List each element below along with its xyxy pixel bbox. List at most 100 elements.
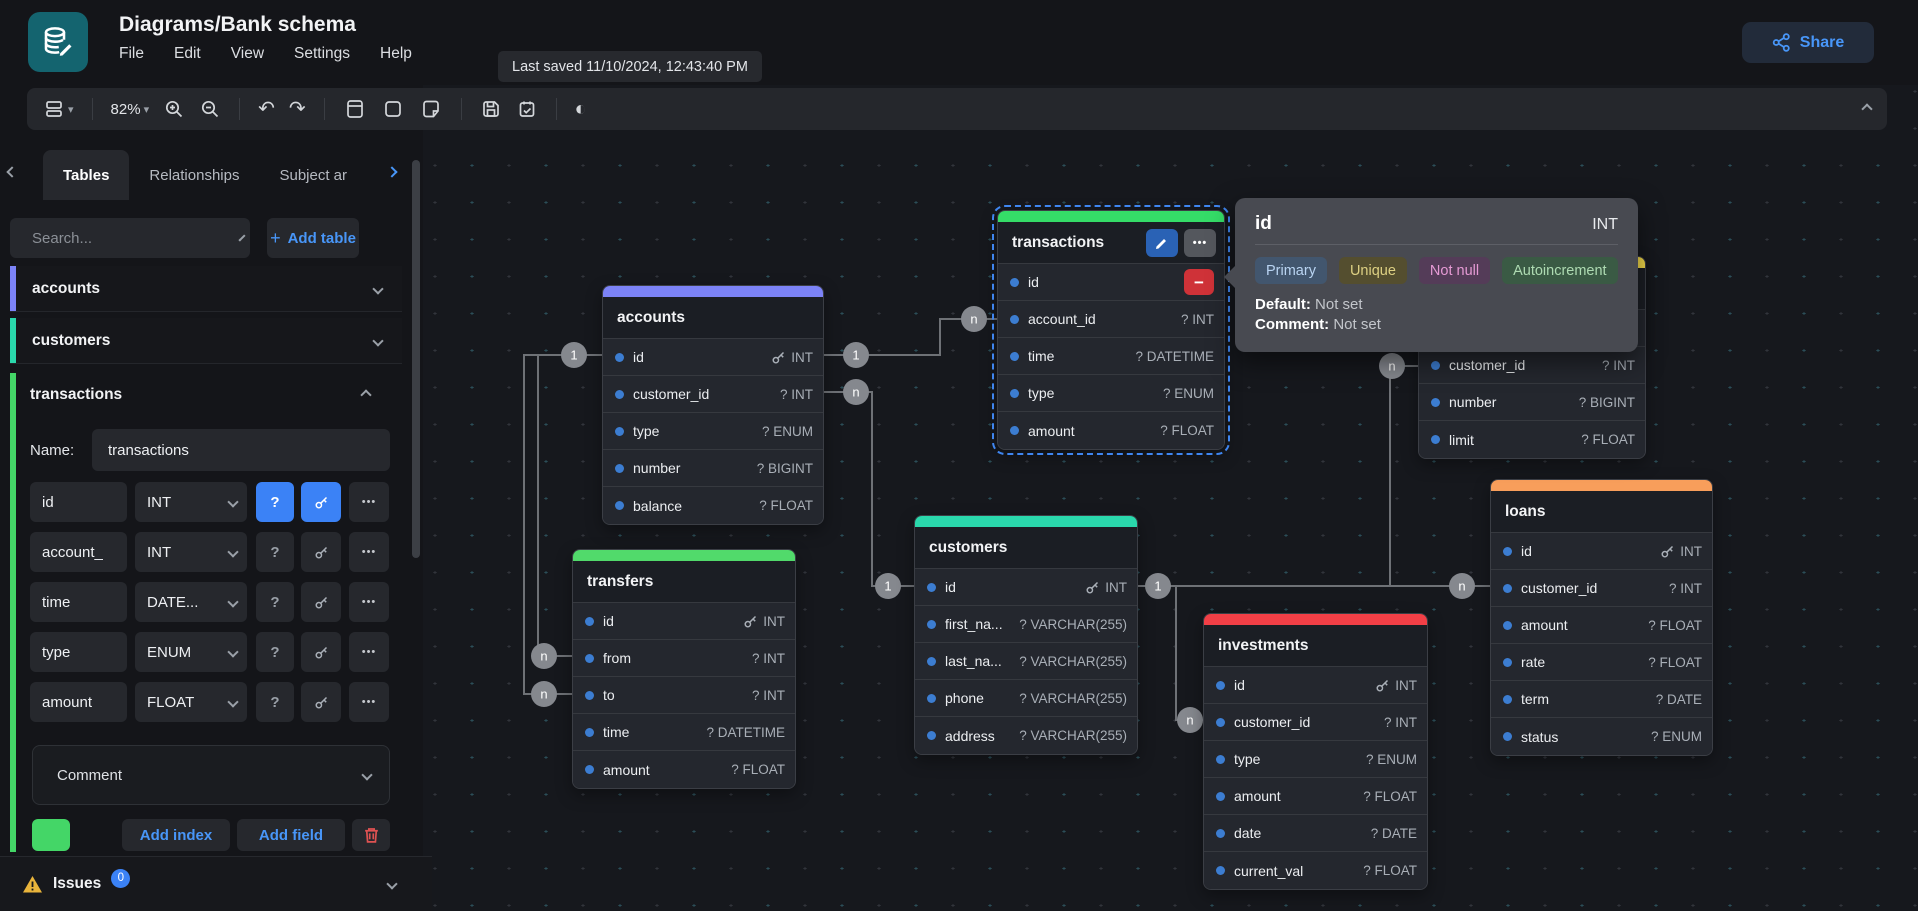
menu-item-edit[interactable]: Edit [174,45,201,63]
zoom-in-button[interactable] [163,98,185,120]
diagram-table-transactions[interactable]: transactions•••id−account_id? INTtime? D… [997,210,1225,450]
menu-item-view[interactable]: View [231,45,264,63]
edit-table-button[interactable] [1146,229,1178,257]
table-field-row-term[interactable]: term? DATE [1491,681,1712,718]
table-field-row-id[interactable]: idINT [1204,667,1427,704]
table-field-row-id[interactable]: id− [998,264,1224,301]
search-options-chevron-icon[interactable] [238,234,245,241]
field-type-select[interactable]: INT [135,482,247,522]
save-button[interactable] [480,98,502,120]
table-field-row-type[interactable]: type? ENUM [603,413,823,450]
table-field-row-customer_id[interactable]: customer_id? INT [1419,347,1645,384]
add-table-button[interactable]: + Add table [267,218,359,258]
nullable-toggle-button[interactable]: ? [256,482,294,522]
diagram-table-loans[interactable]: loansidINTcustomer_id? INTamount? FLOATr… [1490,479,1713,756]
primary-key-toggle-button[interactable] [301,482,341,522]
field-type-select[interactable]: ENUM [135,632,247,672]
todo-button[interactable] [516,98,538,120]
table-field-row-id[interactable]: idINT [573,603,795,640]
field-name-input[interactable]: amount [30,682,127,722]
zoom-level-select[interactable]: 82% ▾ [111,101,150,118]
search-input[interactable] [32,230,231,247]
table-field-row-from[interactable]: from? INT [573,640,795,677]
table-field-row-rate[interactable]: rate? FLOAT [1491,644,1712,681]
zoom-out-button[interactable] [199,98,221,120]
add-table-tool-button[interactable] [343,97,367,121]
table-field-row-amount[interactable]: amount? FLOAT [573,751,795,788]
table-list-item-accounts[interactable]: accounts [10,266,402,312]
redo-button[interactable]: ↷ [289,99,306,119]
field-name-input[interactable]: time [30,582,127,622]
table-field-row-amount[interactable]: amount? FLOAT [998,412,1224,449]
undo-button[interactable]: ↶ [258,99,275,119]
table-search[interactable] [10,218,250,258]
field-name-input[interactable]: account_ [30,532,127,572]
table-name-input[interactable] [92,429,390,471]
add-index-button[interactable]: Add index [122,819,230,851]
table-field-row-phone[interactable]: phone? VARCHAR(255) [915,680,1137,717]
issues-chevron-icon[interactable] [386,878,397,889]
field-type-select[interactable]: INT [135,532,247,572]
table-field-row-last_na...[interactable]: last_na...? VARCHAR(255) [915,643,1137,680]
table-field-row-customer_id[interactable]: customer_id? INT [1204,704,1427,741]
field-name-input[interactable]: id [30,482,127,522]
table-field-row-balance[interactable]: balance? FLOAT [603,487,823,524]
nullable-toggle-button[interactable]: ? [256,582,294,622]
table-field-row-id[interactable]: idINT [915,569,1137,606]
table-field-row-time[interactable]: time? DATETIME [998,338,1224,375]
table-field-row-number[interactable]: number? BIGINT [1419,384,1645,421]
table-list-item-customers[interactable]: customers [10,318,402,364]
tab-relationships[interactable]: Relationships [129,150,259,200]
table-field-row-first_na...[interactable]: first_na...? VARCHAR(255) [915,606,1137,643]
diagram-table-transfers[interactable]: transfersidINTfrom? INTto? INTtime? DATE… [572,549,796,789]
field-more-button[interactable]: ••• [349,632,389,672]
add-area-tool-button[interactable] [381,97,405,121]
table-field-row-type[interactable]: type? ENUM [1204,741,1427,778]
table-field-row-number[interactable]: number? BIGINT [603,450,823,487]
table-field-row-date[interactable]: date? DATE [1204,815,1427,852]
primary-key-toggle-button[interactable] [301,532,341,572]
table-field-row-customer_id[interactable]: customer_id? INT [1491,570,1712,607]
table-field-row-account_id[interactable]: account_id? INT [998,301,1224,338]
tab-tables[interactable]: Tables [43,150,129,200]
field-type-select[interactable]: FLOAT [135,682,247,722]
table-field-row-id[interactable]: idINT [1491,533,1712,570]
menu-item-file[interactable]: File [119,45,144,63]
add-field-button[interactable]: Add field [237,819,345,851]
table-list-item-transactions[interactable]: transactions [30,386,390,404]
comment-collapse[interactable]: Comment [32,745,390,805]
expand-chevron-icon[interactable] [372,283,383,294]
diagram-layout-button[interactable]: ▾ [43,98,74,120]
primary-key-toggle-button[interactable] [301,582,341,622]
field-more-button[interactable]: ••• [349,582,389,622]
sidebar-scrollbar[interactable] [412,160,420,558]
table-field-row-current_val[interactable]: current_val? FLOAT [1204,852,1427,889]
diagram-table-customers[interactable]: customersidINTfirst_na...? VARCHAR(255)l… [914,515,1138,755]
primary-key-toggle-button[interactable] [301,682,341,722]
collapse-chevron-icon[interactable] [360,389,371,400]
nullable-toggle-button[interactable]: ? [256,532,294,572]
field-name-input[interactable]: type [30,632,127,672]
diagram-table-accounts[interactable]: accountsidINTcustomer_id? INTtype? ENUMn… [602,285,824,525]
nullable-toggle-button[interactable]: ? [256,632,294,672]
diagram-table-investments[interactable]: investmentsidINTcustomer_id? INTtype? EN… [1203,613,1428,890]
table-field-row-limit[interactable]: limit? FLOAT [1419,421,1645,458]
field-type-select[interactable]: DATE... [135,582,247,622]
expand-chevron-icon[interactable] [372,335,383,346]
table-field-row-status[interactable]: status? ENUM [1491,718,1712,755]
collapse-toolbar-icon[interactable] [1863,105,1871,113]
delete-field-button[interactable]: − [1184,269,1214,295]
tab-subject-ar[interactable]: Subject ar [259,150,367,200]
add-note-tool-button[interactable] [419,97,443,121]
table-field-row-customer_id[interactable]: customer_id? INT [603,376,823,413]
theme-contrast-button[interactable]: ◐ [575,98,587,121]
field-more-button[interactable]: ••• [349,482,389,522]
table-field-row-to[interactable]: to? INT [573,677,795,714]
menu-item-settings[interactable]: Settings [294,45,350,63]
field-more-button[interactable]: ••• [349,532,389,572]
table-field-row-amount[interactable]: amount? FLOAT [1204,778,1427,815]
issues-bar[interactable]: Issues 0 [0,856,432,911]
table-more-button[interactable]: ••• [1184,229,1216,257]
menu-item-help[interactable]: Help [380,45,412,63]
share-button[interactable]: Share [1742,22,1874,63]
